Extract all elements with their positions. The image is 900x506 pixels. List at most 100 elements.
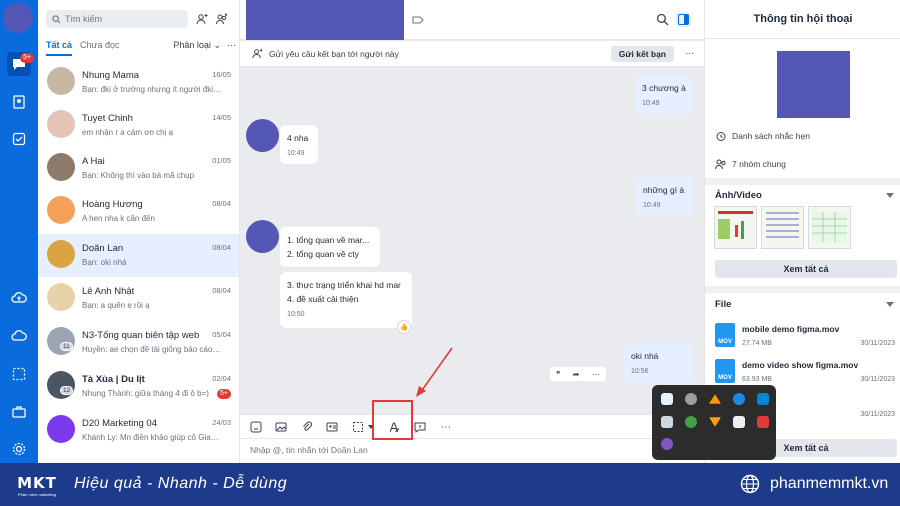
contact-avatar[interactable] (246, 119, 279, 152)
conversation-preview: Bạn: Không thì vào bà mã chụp (82, 171, 195, 180)
tray-app-icon[interactable] (733, 393, 745, 405)
chat-area: Gửi yêu cầu kết bạn tới người này Gửi kế… (240, 0, 704, 463)
conversation-time: 14/05 (212, 113, 231, 122)
conversation-time: 08/04 (212, 286, 231, 295)
conversation-item[interactable]: Lê Anh Nhật Bạn: a quên e rồi ạ 08/04 (38, 277, 239, 320)
classify-dropdown[interactable]: Phân loại ⌄ (173, 40, 221, 56)
tray-app-icon[interactable] (733, 416, 745, 428)
search-input[interactable] (65, 14, 175, 24)
conversation-item[interactable]: A Hai Bạn: Không thì vào bà mã chụp 01/05 (38, 147, 239, 190)
media-thumbnail[interactable] (761, 206, 804, 249)
media-section-header[interactable]: Ảnh/Video (715, 190, 762, 201)
contact-card-icon[interactable] (324, 419, 340, 435)
quote-icon[interactable]: ❞ (556, 370, 560, 379)
alarm-clock-icon (716, 132, 726, 141)
conversation-time: 05/04 (212, 330, 231, 339)
file-item[interactable]: MOV mobile demo figma.mov 27.74 MB 30/11… (715, 323, 897, 353)
screenshot-icon[interactable] (7, 362, 31, 386)
media-thumbnail[interactable] (714, 206, 757, 249)
conversation-item[interactable]: 11 N3-Tổng quan biên tập web Huyền: ae chọ… (38, 321, 239, 364)
tray-app-icon[interactable] (661, 438, 673, 450)
image-icon[interactable] (273, 419, 289, 435)
tray-app-icon[interactable] (709, 417, 721, 427)
cloud-sync-icon[interactable] (7, 286, 31, 310)
conversation-preview: Bạn: a quên e rồi ạ (82, 301, 150, 310)
file-date: 30/11/2023 (860, 376, 895, 383)
tray-app-icon[interactable] (685, 393, 697, 405)
conversation-item[interactable]: D20 Marketing 04 Khánh Ly: Mn điền khảo g… (38, 409, 239, 452)
create-group-icon[interactable] (214, 11, 230, 27)
search-icon[interactable] (656, 13, 669, 29)
conversation-item[interactable]: 12 Tà Xùa | Du lịt Nhung Thành: giữa tháng… (38, 365, 239, 408)
chevron-down-icon: ⌄ (213, 40, 221, 50)
more-options-icon[interactable]: ⋯ (438, 419, 454, 435)
add-friend-icon[interactable] (194, 11, 210, 27)
briefcase-icon[interactable] (7, 400, 31, 424)
message-bubble-received[interactable]: 3. thực trạng triển khai hd mar 4. đề xu… (280, 272, 412, 328)
contacts-icon[interactable] (7, 90, 31, 114)
conversation-name: N3-Tổng quan biên tập web (82, 330, 200, 341)
conversation-item[interactable]: Hoàng Hương A hen nha k cần đến 08/04 (38, 190, 239, 233)
conversation-name: D20 Marketing 04 (82, 418, 157, 429)
tray-app-icon[interactable] (757, 416, 769, 428)
sticker-icon[interactable] (248, 419, 264, 435)
file-name: demo video show figma.mov (742, 360, 859, 370)
more-options-icon[interactable]: ⋯ (227, 40, 236, 56)
tray-app-icon[interactable] (661, 416, 673, 428)
contact-avatar-large[interactable] (777, 51, 850, 118)
see-all-media-button[interactable]: Xem tất cả (715, 260, 897, 278)
message-bubble-received[interactable]: 1. tổng quan về mar... 2. tổng quan về c… (280, 227, 380, 267)
settings-gear-icon[interactable] (7, 437, 31, 461)
user-avatar[interactable] (3, 3, 33, 33)
conversation-item[interactable]: Tuyet Chinh em nhận r a cảm ơn chị ạ 14/05 (38, 104, 239, 147)
avatar (47, 110, 75, 138)
conversation-item[interactable]: Nhung Mama Bạn: đki ở trường nhưng ít ngư… (38, 61, 239, 104)
message-bubble-own[interactable]: những gì á 10:49 (636, 177, 693, 216)
quick-message-icon[interactable] (412, 419, 428, 435)
search-icon (52, 14, 61, 23)
tray-app-icon[interactable] (709, 394, 721, 404)
reminders-row[interactable]: Danh sách nhắc hẹn (715, 130, 810, 142)
mkt-logo: MKT Phần mềm marketing (14, 467, 60, 503)
tray-app-icon[interactable] (685, 416, 697, 428)
conversation-time: 08/04 (212, 243, 231, 252)
todo-icon[interactable] (7, 127, 31, 151)
like-reaction-icon[interactable]: 👍 (397, 320, 411, 334)
cloud-icon[interactable] (7, 324, 31, 348)
search-box[interactable] (46, 10, 188, 28)
screenshot-icon[interactable] (350, 419, 366, 435)
friend-request-text: Gửi yêu cầu kết bạn tới người này (269, 48, 399, 59)
highlight-box (372, 400, 413, 440)
more-options-icon[interactable]: ⋯ (592, 370, 600, 379)
tray-app-icon[interactable] (661, 393, 673, 405)
app-sidebar: 5+ (0, 0, 38, 463)
media-thumbnail[interactable] (808, 206, 851, 249)
tag-icon[interactable] (412, 14, 424, 29)
tab-unread[interactable]: Chưa đọc (80, 40, 120, 56)
toggle-info-panel-icon[interactable] (676, 12, 691, 27)
message-line: 1. tổng quan về mar... (287, 235, 370, 245)
chevron-down-icon[interactable] (886, 302, 894, 307)
more-options-icon[interactable]: ⋯ (686, 48, 695, 59)
conversation-name: Lê Anh Nhật (82, 286, 135, 297)
message-text: những gì á (643, 185, 685, 195)
file-section-header[interactable]: File (715, 299, 731, 310)
message-bubble-received[interactable]: 4 nha 10:49 (280, 125, 318, 164)
contact-avatar[interactable] (246, 220, 279, 253)
message-bubble-own[interactable]: 3 chương à 10:49 (635, 75, 693, 114)
common-groups-row[interactable]: 7 nhóm chung (715, 158, 786, 170)
attachment-icon[interactable] (299, 419, 315, 435)
contact-header-banner[interactable] (246, 0, 404, 40)
forward-icon[interactable]: ➦ (573, 370, 580, 379)
add-friend-icon (252, 48, 263, 59)
message-bubble-own[interactable]: oki nhá 10:56 (624, 343, 693, 382)
send-friend-request-button[interactable]: Gửi kết bạn (610, 46, 674, 62)
message-input[interactable] (250, 445, 690, 455)
tab-all[interactable]: Tất cả (46, 40, 73, 56)
section-gap (705, 286, 900, 293)
conversation-preview: Khánh Ly: Mn điền khảo giúp cô Giang... (82, 433, 222, 442)
conversation-time: 16/05 (212, 70, 231, 79)
tray-app-icon[interactable] (757, 393, 769, 405)
conversation-item[interactable]: Doãn Lan Bạn: oki nhá 08/04 (38, 234, 239, 277)
chevron-down-icon[interactable] (886, 193, 894, 198)
